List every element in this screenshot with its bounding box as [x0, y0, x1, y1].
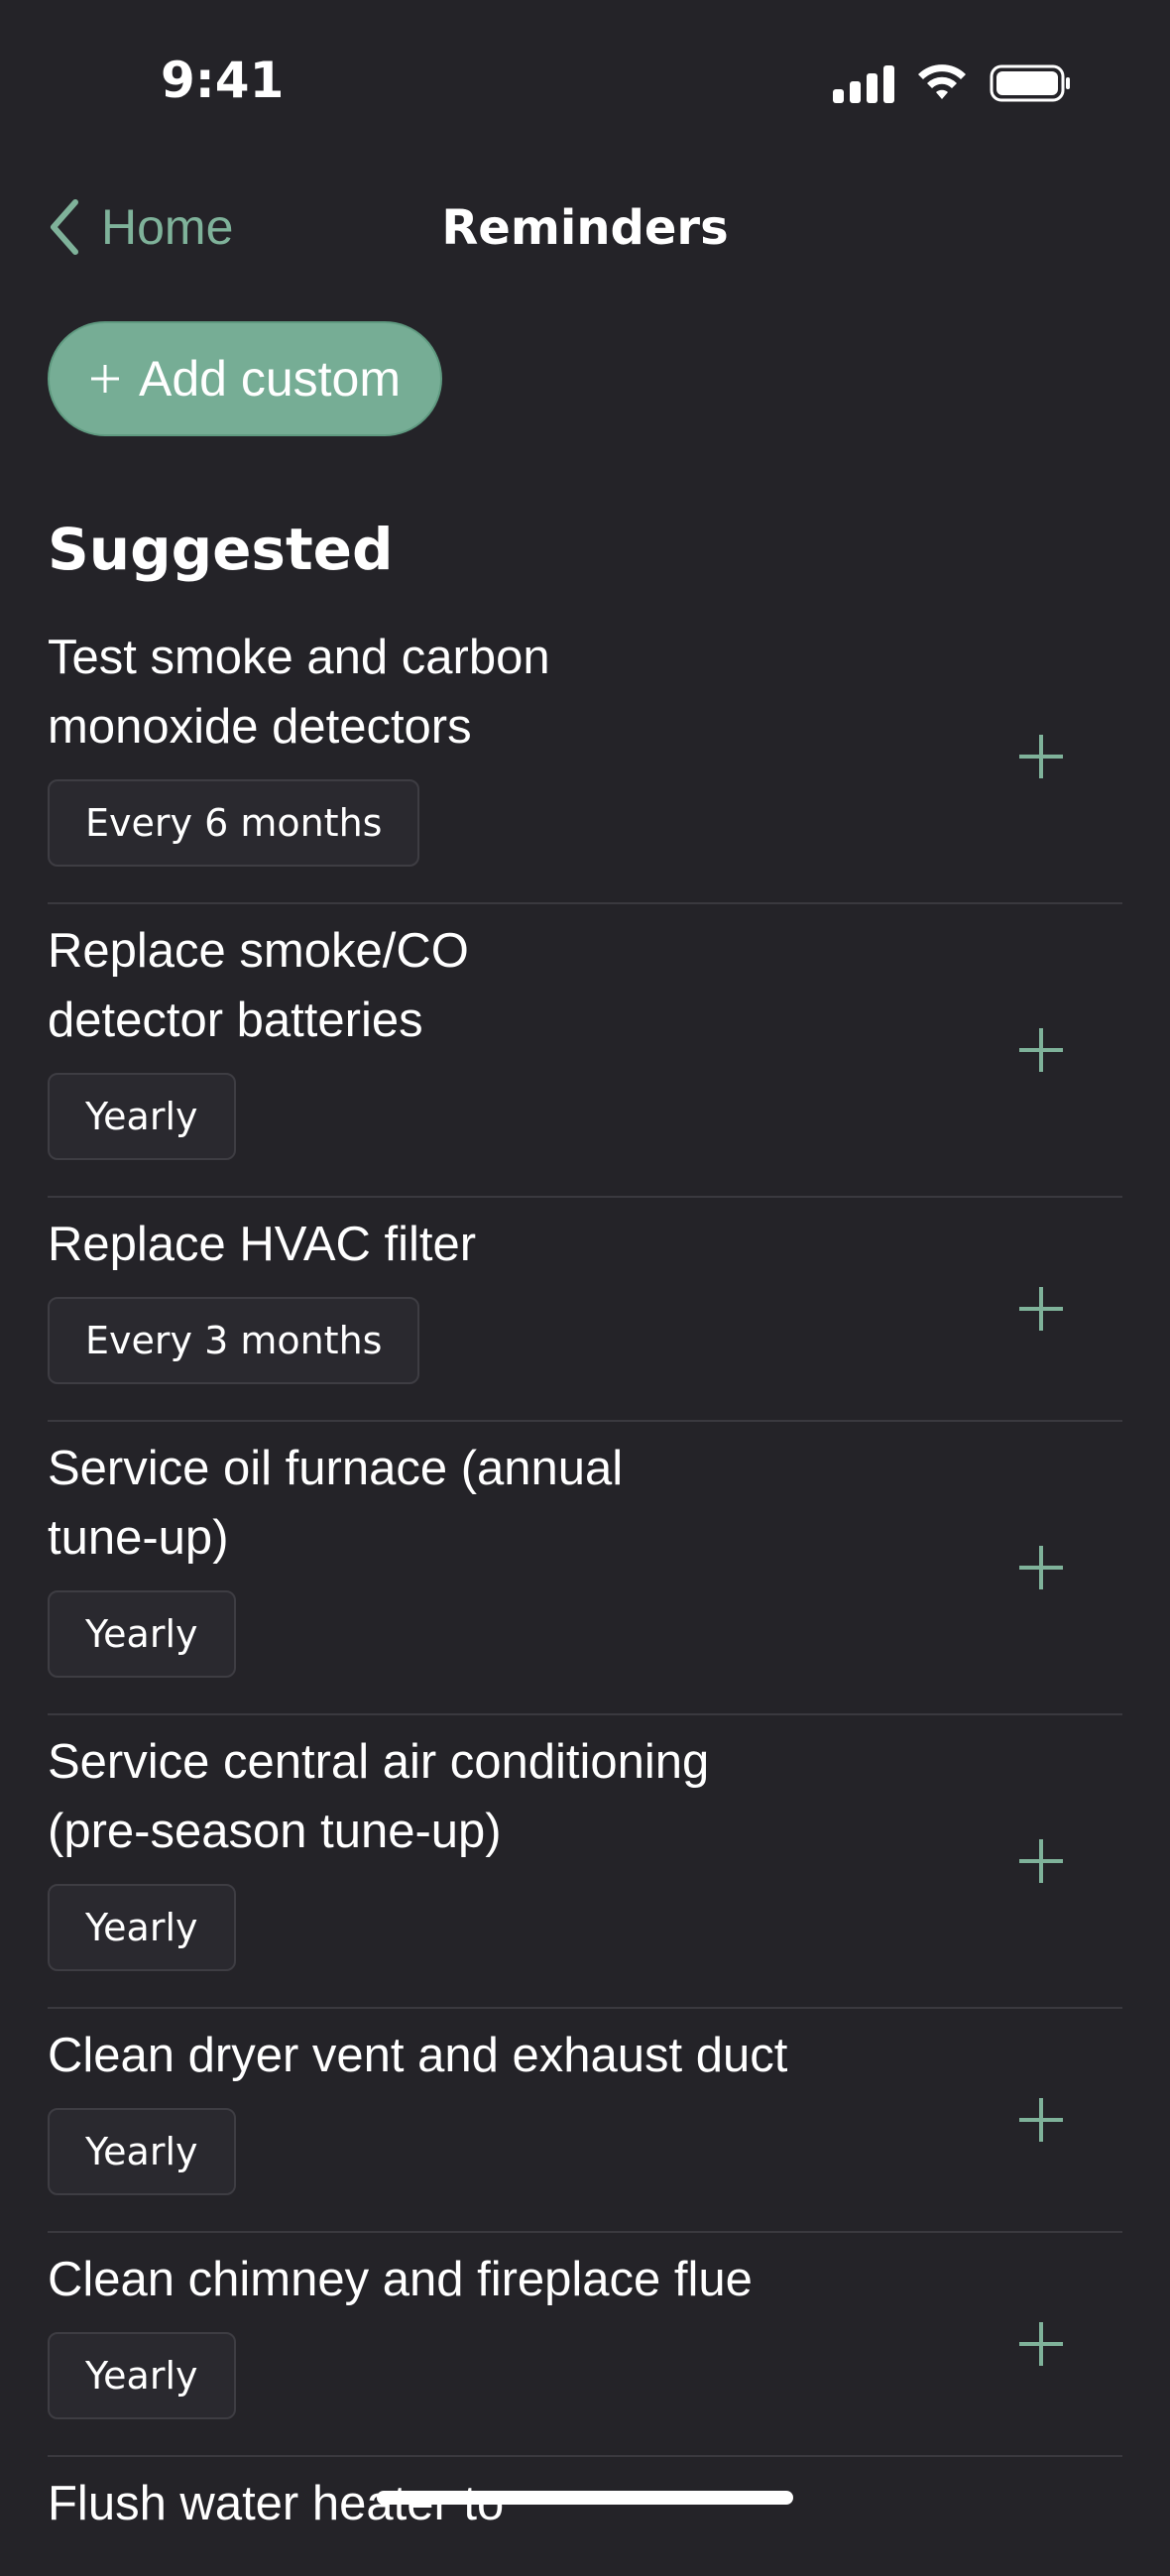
status-time: 9:41 [161, 52, 285, 109]
add-custom-label: Add custom [138, 351, 401, 407]
frequency-badge: Yearly [48, 1590, 236, 1678]
frequency-badge: Yearly [48, 1884, 236, 1971]
list-item: Service oil furnace (annual tune-up) Yea… [48, 1422, 1122, 1715]
item-title: Clean dryer vent and exhaust duct [48, 2029, 788, 2082]
home-indicator[interactable] [377, 2491, 793, 2505]
add-reminder-icon[interactable] [1019, 1287, 1063, 1331]
item-title: Replace HVAC filter [48, 1218, 477, 1271]
list-item: Clean dryer vent and exhaust duct Yearly [48, 2009, 1122, 2233]
item-title: Service central air conditioning (pre-se… [48, 1735, 710, 1858]
suggested-list: Test smoke and carbon monoxide detectors… [48, 611, 1122, 2576]
frequency-badge: Yearly [48, 2108, 236, 2195]
list-item: Flush water heater to [48, 2457, 1122, 2576]
page-title: Reminders [441, 200, 729, 256]
add-custom-button[interactable]: Add custom [48, 321, 442, 436]
add-reminder-icon[interactable] [1019, 1028, 1063, 1072]
add-reminder-icon[interactable] [1019, 1546, 1063, 1589]
frequency-badge: Yearly [48, 2332, 236, 2419]
item-title: Clean chimney and fireplace flue [48, 2253, 753, 2306]
item-title: Service oil furnace (annual tune-up) [48, 1442, 624, 1565]
status-icons [833, 63, 1071, 103]
frequency-badge: Yearly [48, 1073, 236, 1160]
add-reminder-icon[interactable] [1019, 735, 1063, 778]
list-item: Test smoke and carbon monoxide detectors… [48, 611, 1122, 904]
plus-icon [90, 365, 119, 393]
section-title: Suggested [48, 516, 394, 583]
status-bar: 9:41 [0, 0, 1170, 149]
list-item: Replace smoke/CO detector batteries Year… [48, 904, 1122, 1198]
list-item: Replace HVAC filter Every 3 months [48, 1198, 1122, 1422]
frequency-badge: Every 3 months [48, 1297, 420, 1384]
list-item: Service central air conditioning (pre-se… [48, 1715, 1122, 2009]
item-title: Replace smoke/CO detector batteries [48, 924, 469, 1047]
item-title: Test smoke and carbon monoxide detectors [48, 631, 550, 754]
add-reminder-icon[interactable] [1019, 1839, 1063, 1883]
nav-bar: Home Reminders [0, 178, 1170, 278]
frequency-badge: Every 6 months [48, 779, 420, 867]
cellular-signal-icon [833, 63, 894, 103]
list-item: Clean chimney and fireplace flue Yearly [48, 2233, 1122, 2457]
wifi-icon [918, 64, 966, 99]
add-reminder-icon[interactable] [1019, 2322, 1063, 2366]
add-reminder-icon[interactable] [1019, 2098, 1063, 2142]
battery-icon [990, 64, 1070, 102]
